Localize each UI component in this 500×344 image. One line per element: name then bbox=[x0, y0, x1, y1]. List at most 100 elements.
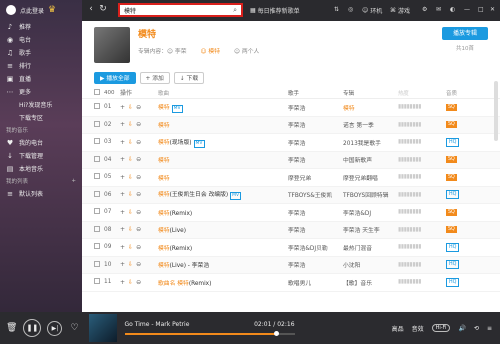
add-icon[interactable]: + bbox=[120, 121, 125, 128]
vip-crown-icon[interactable]: ♛ bbox=[48, 5, 56, 15]
sidebar-item-nav-main-5[interactable]: ⋯ 更多 bbox=[0, 85, 82, 98]
song-name[interactable]: 模特 bbox=[158, 192, 170, 198]
add-icon[interactable]: + bbox=[120, 174, 125, 181]
row-select[interactable] bbox=[82, 190, 104, 199]
song-album[interactable]: 中国新歌声 bbox=[343, 155, 398, 164]
add-icon[interactable]: + bbox=[120, 209, 125, 216]
nav-huanji[interactable]: ☺ 环机 bbox=[362, 6, 382, 15]
play-album-button[interactable]: 播放专辑 bbox=[442, 27, 488, 40]
globe-icon[interactable]: ◎ bbox=[348, 6, 353, 13]
avatar[interactable] bbox=[6, 5, 16, 15]
song-album[interactable]: 李荣浩 天生李 bbox=[343, 225, 398, 234]
row-select[interactable] bbox=[82, 173, 104, 181]
song-title[interactable]: 模特 MV bbox=[158, 102, 288, 113]
sidebar-item-nav-my-1[interactable]: ↓ 下载管理 bbox=[0, 149, 82, 162]
row-checkbox[interactable] bbox=[94, 190, 100, 197]
mv-icon[interactable]: MV bbox=[193, 139, 205, 148]
table-row[interactable]: 06 + ⇩ ⊖ 模特(王俊凯生日会 改编版) MV TFBOYS&王俊凯 TFBOYS回顾特… bbox=[82, 186, 500, 204]
song-artist[interactable]: 李荣浩&DJ贝勒 bbox=[288, 243, 343, 252]
table-row[interactable]: 11 + ⇩ ⊖ 歌曲名 模特(Remix) 歌唱男儿 【歌】音乐 ▮▮▮▮▮▮▮▮ HQ bbox=[82, 274, 500, 292]
song-album[interactable]: 最热门混音 bbox=[343, 243, 398, 252]
song-title[interactable]: 模特(王俊凯生日会 改编版) MV bbox=[158, 189, 288, 201]
meta-other[interactable]: 两个人 bbox=[242, 49, 259, 55]
add-icon[interactable]: + bbox=[120, 156, 125, 163]
download-icon[interactable]: ⇩ bbox=[128, 244, 133, 251]
download-icon[interactable]: ⇩ bbox=[128, 261, 133, 268]
sidebar-item-nav-extra-0[interactable]: Hi?发现音乐 bbox=[0, 98, 82, 111]
row-select[interactable] bbox=[82, 225, 104, 234]
loop-icon[interactable]: ⟲ bbox=[474, 325, 479, 332]
skin-icon[interactable]: ◐ bbox=[450, 6, 455, 13]
song-title[interactable]: 模特(现场版) MV bbox=[158, 137, 288, 148]
download-icon[interactable]: ⇩ bbox=[128, 279, 133, 286]
search-icon[interactable]: ⌕ bbox=[233, 6, 237, 15]
add-playlist-icon[interactable]: + bbox=[71, 178, 76, 184]
trash-icon[interactable]: 🗑 bbox=[6, 323, 17, 333]
playlist-icon[interactable]: ≡ bbox=[487, 325, 492, 332]
meta-artist[interactable]: 李荣 bbox=[175, 49, 187, 55]
nav-game[interactable]: ⌘ 游戏 bbox=[390, 6, 410, 15]
song-name[interactable]: 模特 bbox=[158, 123, 170, 129]
song-artist[interactable]: 歌唱男儿 bbox=[288, 278, 343, 287]
add-icon[interactable]: + bbox=[120, 191, 125, 198]
meta-other-link[interactable]: ☺ 两个人 bbox=[234, 46, 259, 55]
row-select[interactable] bbox=[82, 260, 104, 269]
song-artist[interactable]: 李荣浩 bbox=[288, 120, 343, 129]
refresh-icon[interactable]: ↻ bbox=[98, 4, 108, 14]
download-icon[interactable]: ⇩ bbox=[128, 104, 133, 111]
header-heat[interactable]: 热度 bbox=[398, 89, 446, 97]
more-icon[interactable]: ⊖ bbox=[136, 174, 141, 181]
hifi-toggle[interactable]: Hi-Fi bbox=[431, 324, 451, 332]
song-album[interactable]: 模特 bbox=[343, 103, 398, 112]
download-icon[interactable]: ⇩ bbox=[128, 139, 133, 146]
more-icon[interactable]: ⊖ bbox=[136, 279, 141, 286]
table-row[interactable]: 03 + ⇩ ⊖ 模特(现场版) MV 李荣浩 2013我是歌手 ▮▮▮▮▮▮▮▮ HQ bbox=[82, 134, 500, 152]
table-row[interactable]: 07 + ⇩ ⊖ 模特(Remix) 李荣浩 李荣浩&DJ ▮▮▮▮▮▮▮▮ SQ bbox=[82, 204, 500, 222]
row-select[interactable] bbox=[82, 208, 104, 216]
daily-recommend-link[interactable]: ▦ 每日推荐新歌单 bbox=[250, 6, 300, 15]
table-row[interactable]: 02 + ⇩ ⊖ 模特 李荣浩 诺言 第一季 ▮▮▮▮▮▮▮▮ SQ bbox=[82, 116, 500, 134]
row-select[interactable] bbox=[82, 243, 104, 251]
song-name[interactable]: 模特 bbox=[158, 246, 170, 252]
more-icon[interactable]: ⊖ bbox=[136, 226, 141, 233]
song-title[interactable]: 模特(Live) bbox=[158, 225, 288, 234]
table-row[interactable]: 04 + ⇩ ⊖ 模特 李荣浩 中国新歌声 ▮▮▮▮▮▮▮▮ SQ bbox=[82, 151, 500, 169]
more-icon[interactable]: ⊖ bbox=[136, 261, 141, 268]
download-icon[interactable]: ⇩ bbox=[128, 121, 133, 128]
table-row[interactable]: 01 + ⇩ ⊖ 模特 MV 李荣浩 模特 ▮▮▮▮▮▮▮▮ SQ bbox=[82, 99, 500, 117]
song-name[interactable]: 模特 bbox=[158, 105, 170, 111]
close-icon[interactable]: ✕ bbox=[490, 6, 495, 13]
header-album[interactable]: 专辑 bbox=[343, 89, 398, 97]
sidebar-item-nav-pl-0[interactable]: ≡ 默认列表 bbox=[0, 187, 82, 200]
row-select[interactable] bbox=[82, 120, 104, 129]
volume-icon[interactable]: 🔊 bbox=[458, 325, 465, 332]
minimize-icon[interactable]: — bbox=[464, 6, 470, 13]
add-button[interactable]: + 添加 bbox=[139, 72, 170, 84]
song-artist[interactable]: 李荣浩 bbox=[288, 225, 343, 234]
song-name[interactable]: 模特 bbox=[158, 263, 170, 269]
song-artist[interactable]: 李荣浩 bbox=[288, 260, 343, 269]
select-all-checkbox[interactable] bbox=[94, 88, 100, 95]
scrollbar[interactable] bbox=[494, 81, 498, 141]
row-checkbox[interactable] bbox=[94, 243, 100, 250]
row-checkbox[interactable] bbox=[94, 260, 100, 267]
heart-icon[interactable]: ♡ bbox=[70, 323, 78, 333]
song-artist[interactable]: TFBOYS&王俊凯 bbox=[288, 190, 343, 199]
row-select[interactable] bbox=[82, 155, 104, 164]
song-title[interactable]: 模特 bbox=[158, 155, 288, 164]
settings-icon[interactable]: ⚙ bbox=[422, 6, 427, 13]
row-checkbox[interactable] bbox=[94, 103, 100, 110]
maximize-icon[interactable]: □ bbox=[478, 6, 484, 13]
effect-button[interactable]: 音效 bbox=[412, 324, 424, 333]
mv-icon[interactable]: MV bbox=[230, 192, 242, 201]
album-cover[interactable] bbox=[88, 314, 117, 342]
more-icon[interactable]: ⊖ bbox=[136, 156, 141, 163]
row-checkbox[interactable] bbox=[94, 120, 100, 127]
more-icon[interactable]: ⊖ bbox=[136, 121, 141, 128]
search-input[interactable]: 模特 ⌕ bbox=[118, 3, 243, 17]
play-all-button[interactable]: ▶ 播放全部 bbox=[94, 72, 136, 84]
search-value[interactable]: 模特 bbox=[124, 6, 136, 15]
mail-icon[interactable]: ✉ bbox=[436, 6, 441, 13]
play-pause-button[interactable]: ❚❚ bbox=[23, 319, 42, 337]
sidebar-item-nav-extra-1[interactable]: 下载专区 bbox=[0, 111, 82, 124]
